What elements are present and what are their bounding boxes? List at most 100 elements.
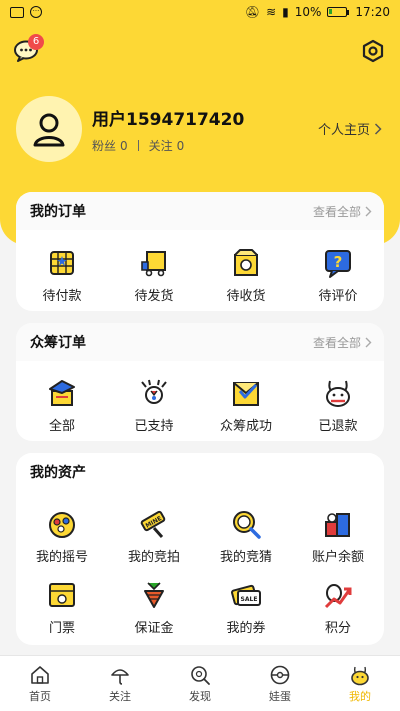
home-icon [31, 665, 49, 684]
tab-mine-label: 我的 [349, 689, 371, 703]
assets-title: 我的资产 [30, 465, 86, 481]
supported-icon [141, 379, 167, 404]
crowdfunding-title: 众筹订单 [30, 335, 86, 351]
points-icon [324, 584, 352, 609]
tab-egg-label: 娃蛋 [269, 689, 291, 703]
view-all-label: 查看全部 [312, 204, 361, 219]
tab-follow-label: 关注 [109, 689, 131, 703]
follow-icon [111, 668, 129, 685]
settings-icon[interactable] [361, 39, 385, 63]
asset-guess[interactable]: 我的竞猜 [200, 508, 292, 565]
asset-balance[interactable]: 账户余额 [292, 508, 384, 565]
asset-ticket-label: 门票 [48, 621, 75, 636]
crowdfunding-card: 众筹订单 查看全部 全部 已支持 众筹成功 已退款 [16, 323, 384, 441]
signal-icon: ▮ [282, 5, 289, 19]
pending-shipment-icon [141, 251, 166, 277]
avatar[interactable] [16, 96, 82, 162]
order-pending-receipt[interactable]: 待收货 [200, 247, 292, 304]
order-pending-shipment-label: 待发货 [134, 289, 174, 304]
wifi-icon: ≋ [266, 5, 277, 19]
discover-icon [191, 665, 210, 685]
user-icon [33, 113, 65, 147]
orders-card: 我的订单 查看全部 待付款 待发货 待收货 ? 待评价 [16, 192, 384, 311]
order-pending-payment[interactable]: 待付款 [16, 247, 108, 304]
assets-card: 我的资产 我的摇号 MINE 我的竞拍 我的竞猜 账户余额 门票 保证金 SAL… [16, 453, 384, 645]
follow-stats: 粉丝 0 关注 0 [92, 137, 184, 154]
tab-follow[interactable]: 关注 [80, 656, 160, 711]
crowdfund-all-label: 全部 [48, 419, 75, 434]
stats-divider [137, 140, 139, 151]
gallery-icon [10, 6, 24, 18]
asset-coupon[interactable]: SALE 我的券 [200, 579, 292, 636]
asset-guess-label: 我的竞猜 [219, 550, 272, 565]
message-badge: 6 [28, 34, 44, 50]
mine-icon [351, 666, 369, 685]
fans-count: 0 [120, 138, 128, 153]
coupon-icon: SALE [231, 584, 261, 606]
crowdfund-all[interactable]: 全部 [16, 377, 108, 434]
orders-header: 我的订单 查看全部 [16, 192, 384, 230]
chevron-right-icon [365, 206, 372, 216]
lottery-icon [49, 512, 75, 538]
deposit-icon [144, 582, 164, 608]
pending-review-icon: ? [325, 250, 351, 278]
all-orders-icon [49, 380, 75, 406]
crowdfund-success-label: 众筹成功 [219, 419, 272, 434]
tab-home-label: 首页 [29, 689, 51, 703]
tab-egg[interactable]: 娃蛋 [240, 656, 320, 711]
crowdfund-refunded-label: 已退款 [318, 419, 358, 434]
view-all-label: 查看全部 [312, 335, 361, 350]
svg-text:SALE: SALE [241, 596, 258, 603]
battery-icon [327, 7, 350, 17]
tab-home[interactable]: 首页 [0, 656, 80, 711]
mute-icon: 🔕︎ [244, 5, 261, 19]
crowdfunding-header: 众筹订单 查看全部 [16, 323, 384, 361]
orders-title: 我的订单 [30, 204, 86, 220]
asset-points[interactable]: 积分 [292, 579, 384, 636]
assets-header: 我的资产 [16, 453, 384, 491]
tab-discover-label: 发现 [189, 689, 211, 703]
tab-mine[interactable]: 我的 [320, 656, 400, 711]
asset-auction[interactable]: MINE 我的竞拍 [108, 508, 200, 565]
chevron-right-icon [365, 337, 372, 347]
follow-count: 0 [176, 138, 185, 153]
fans-label[interactable]: 粉丝 [92, 137, 116, 154]
asset-lottery-label: 我的摇号 [35, 550, 88, 565]
asset-points-label: 积分 [324, 621, 351, 636]
order-pending-review[interactable]: ? 待评价 [292, 247, 384, 304]
crowdfund-success[interactable]: 众筹成功 [200, 377, 292, 434]
asset-lottery[interactable]: 我的摇号 [16, 508, 108, 565]
bottom-tab-bar: 首页 关注 发现 娃蛋 我的 [0, 655, 400, 711]
username: 用户1594717420 [92, 110, 245, 130]
egg-icon [270, 665, 290, 684]
crowdfunding-view-all[interactable]: 查看全部 [313, 334, 372, 351]
crowdfund-refunded[interactable]: 已退款 [292, 377, 384, 434]
guess-icon [233, 511, 261, 539]
asset-deposit-label: 保证金 [134, 621, 174, 636]
asset-auction-label: 我的竞拍 [127, 550, 180, 565]
chevron-right-icon [374, 122, 382, 135]
home-link-label: 个人主页 [318, 123, 371, 138]
asset-ticket[interactable]: 门票 [16, 579, 108, 636]
crowdfund-success-icon [233, 382, 259, 406]
battery-percent: 10% [294, 5, 322, 19]
tab-discover[interactable]: 发现 [160, 656, 240, 711]
crowdfund-supported-label: 已支持 [134, 419, 174, 434]
follow-label[interactable]: 关注 [149, 137, 173, 154]
order-pending-shipment[interactable]: 待发货 [108, 247, 200, 304]
asset-balance-label: 账户余额 [311, 550, 364, 565]
more-dots-icon: ··· [30, 6, 42, 18]
asset-coupon-label: 我的券 [226, 621, 266, 636]
orders-view-all[interactable]: 查看全部 [313, 203, 372, 220]
order-pending-payment-label: 待付款 [42, 289, 82, 304]
balance-icon [325, 513, 350, 537]
pending-receipt-icon [234, 249, 258, 276]
crowdfund-supported[interactable]: 已支持 [108, 377, 200, 434]
svg-text:?: ? [334, 253, 343, 271]
personal-homepage-link[interactable]: 个人主页 [318, 119, 382, 138]
asset-deposit[interactable]: 保证金 [108, 579, 200, 636]
status-bar: ··· 🔕︎ ≋ ▮ 10% 17:20 [0, 0, 400, 24]
ticket-icon [49, 583, 75, 607]
order-pending-review-label: 待评价 [318, 289, 358, 304]
auction-icon: MINE [140, 510, 166, 538]
